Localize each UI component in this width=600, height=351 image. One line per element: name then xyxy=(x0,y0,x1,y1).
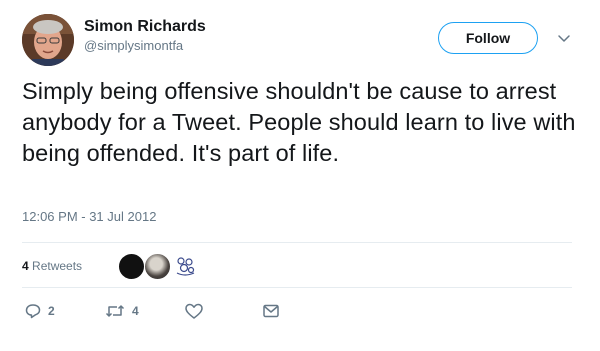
retweet-icon xyxy=(104,302,126,320)
like-button[interactable] xyxy=(184,300,204,322)
reply-count: 2 xyxy=(48,304,55,318)
avatar-image xyxy=(22,14,74,66)
message-button[interactable] xyxy=(262,300,280,322)
retweeter-avatar[interactable] xyxy=(118,253,145,280)
user-name[interactable]: Simon Richards xyxy=(84,17,206,37)
divider xyxy=(22,287,572,288)
retweeter-avatar[interactable] xyxy=(144,253,171,280)
reply-icon xyxy=(24,302,42,320)
retweet-stats-label: Retweets xyxy=(32,259,83,273)
retweet-stats[interactable]: 4 Retweets xyxy=(22,258,82,274)
retweet-count: 4 xyxy=(132,304,139,318)
message-icon xyxy=(262,303,280,319)
retweet-stats-count: 4 xyxy=(22,259,29,273)
divider xyxy=(22,242,572,243)
avatar[interactable] xyxy=(22,14,74,66)
like-icon xyxy=(184,302,204,320)
follow-button[interactable]: Follow xyxy=(438,22,538,54)
tweet-actions: 2 4 xyxy=(22,300,302,322)
reply-button[interactable]: 2 xyxy=(24,300,55,322)
tweet-card: Simon Richards @simplysimontfa Follow Si… xyxy=(0,0,600,351)
tweet-timestamp[interactable]: 12:06 PM - 31 Jul 2012 xyxy=(22,209,156,225)
retweeter-avatar[interactable] xyxy=(172,253,199,280)
chevron-down-icon[interactable] xyxy=(556,30,572,46)
retweet-button[interactable]: 4 xyxy=(104,300,139,322)
tweet-text: Simply being offensive shouldn't be caus… xyxy=(22,78,576,166)
user-handle[interactable]: @simplysimontfa xyxy=(84,38,183,54)
